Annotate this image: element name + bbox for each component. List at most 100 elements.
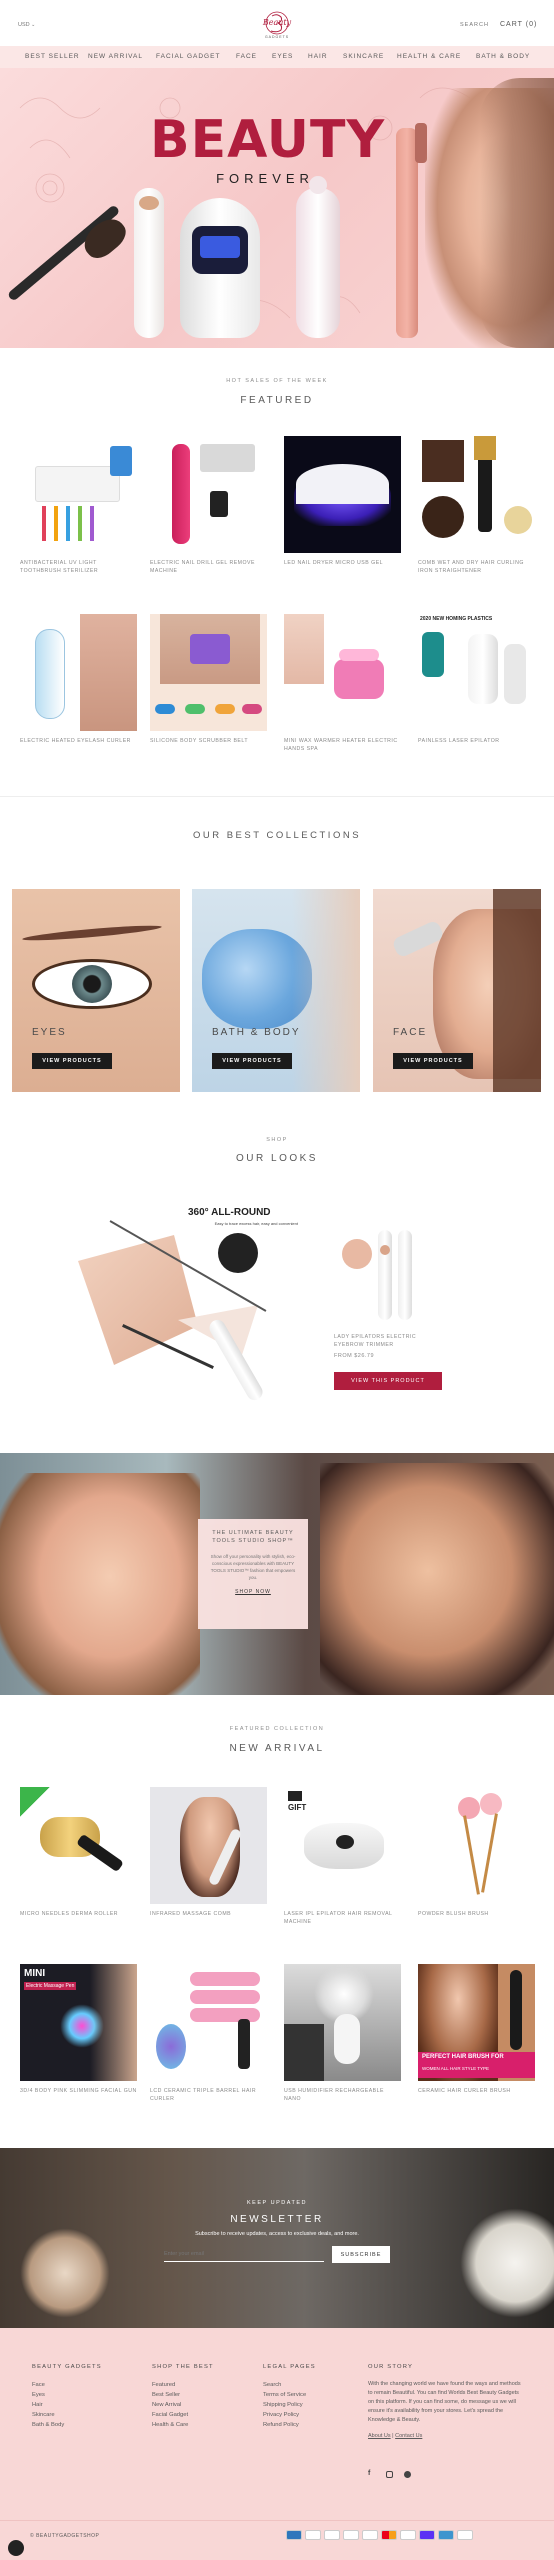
product-card[interactable]: USB HUMIDIFIER RECHARGEABLE NANO (284, 1964, 401, 2103)
shop-now-link[interactable]: SHOP NOW (206, 1589, 300, 1595)
footer-heading: LEGAL PAGES (263, 2364, 316, 2370)
payment-discover-icon (343, 2530, 359, 2540)
nav-item-face[interactable]: FACE (236, 53, 257, 60)
about-us-link[interactable]: About Us (368, 2433, 391, 2439)
product-title[interactable]: MINI WAX WARMER HEATER ELECTRIC HANDS SP… (284, 737, 401, 753)
footer-link[interactable]: Featured (152, 2380, 252, 2390)
nav-item-best-seller[interactable]: BEST SELLER (25, 53, 80, 60)
footer-link[interactable]: Face (32, 2380, 142, 2390)
product-card[interactable]: MICRO NEEDLES DERMA ROLLER (20, 1787, 137, 1918)
cart-link[interactable]: CART (0) (500, 21, 537, 28)
footer-link[interactable]: Search (263, 2380, 363, 2390)
nav-item-skincare[interactable]: SKINCARE (343, 53, 384, 60)
hero-title: BEAUTY (150, 110, 386, 170)
featured-pre-title: HOT SALES OF THE WEEK (226, 378, 328, 384)
footer-link[interactable]: Bath & Body (32, 2420, 142, 2430)
product-card[interactable]: COMB WET AND DRY HAIR CURLING IRON STRAI… (418, 436, 535, 575)
footer-link[interactable]: Skincare (32, 2410, 142, 2420)
nav-item-eyes[interactable]: EYES (272, 53, 293, 60)
product-title[interactable]: LCD CERAMIC TRIPLE BARREL HAIR CURLER (150, 2087, 267, 2103)
footer-heading: OUR STORY (368, 2364, 414, 2370)
product-title[interactable]: COMB WET AND DRY HAIR CURLING IRON STRAI… (418, 559, 535, 575)
product-title[interactable]: LASER IPL EPILATOR HAIR REMOVAL MACHINE (284, 1910, 401, 1926)
footer-link[interactable]: Shipping Policy (263, 2400, 363, 2410)
contact-us-link[interactable]: Contact Us (395, 2433, 422, 2439)
currency-selector[interactable]: USD ⌄ (18, 22, 35, 28)
footer-link[interactable]: Facial Gadget (152, 2410, 252, 2420)
product-card[interactable]: PERFECT HAIR BRUSH FOR WOMEN ALL HAIR ST… (418, 1964, 535, 2095)
newsletter-section: KEEP UPDATED NEWSLETTER Subscribe to rec… (0, 2148, 554, 2328)
search-link[interactable]: SEARCH (460, 22, 489, 28)
nav-item-new-arrival[interactable]: NEW ARRIVAL (88, 53, 143, 60)
footer-link[interactable]: Terms of Service (263, 2390, 363, 2400)
product-card[interactable]: GIFT LASER IPL EPILATOR HAIR REMOVAL MAC… (284, 1787, 401, 1926)
footer-link[interactable]: Eyes (32, 2390, 142, 2400)
product-image: 2020 NEW HOMING PLASTICS (418, 614, 535, 731)
product-card[interactable]: ELECTRIC HEATED EYELASH CURLER (20, 614, 137, 745)
product-image (20, 436, 137, 553)
looks-product-thumb[interactable] (334, 1225, 434, 1325)
product-card[interactable]: MINI Electric Massage Pen 3D/4 BODY PINK… (20, 1964, 137, 2095)
product-card[interactable]: INFRARED MASSAGE COMB (150, 1787, 267, 1918)
product-title[interactable]: CERAMIC HAIR CURLER BRUSH (418, 2087, 535, 2095)
product-card[interactable]: LED NAIL DRYER MICRO USB GEL (284, 436, 401, 567)
view-this-product-button[interactable]: VIEW THIS PRODUCT (334, 1372, 442, 1390)
footer-link[interactable]: Hair (32, 2400, 142, 2410)
shopify-chat-icon[interactable] (8, 2540, 24, 2556)
product-image: MINI Electric Massage Pen (20, 1964, 137, 2081)
footer-link[interactable]: Best Seller (152, 2390, 252, 2400)
product-title[interactable]: 3D/4 BODY PINK SLIMMING FACIAL GUN (20, 2087, 137, 2095)
product-title[interactable]: MICRO NEEDLES DERMA ROLLER (20, 1910, 137, 1918)
collections-title: OUR BEST COLLECTIONS (192, 830, 362, 841)
newsletter-pre-title: KEEP UPDATED (247, 2200, 307, 2206)
instagram-icon[interactable] (386, 2471, 393, 2478)
product-title[interactable]: PAINLESS LASER EPILATOR (418, 737, 535, 745)
looks-image[interactable]: 360° ALL-ROUND Easy to trace excess hair… (78, 1205, 298, 1415)
nav-item-bath-body[interactable]: BATH & BODY (476, 53, 530, 60)
new-arrival-pre-title: FEATURED COLLECTION (229, 1726, 325, 1732)
newsletter-decor-left-image (20, 2228, 110, 2318)
subscribe-button[interactable]: SUBSCRIBE (332, 2246, 390, 2263)
collection-label: EYES (32, 1027, 67, 1038)
view-products-button[interactable]: VIEW PRODUCTS (393, 1053, 473, 1069)
view-products-button[interactable]: VIEW PRODUCTS (212, 1053, 292, 1069)
gift-label: GIFT (288, 1803, 307, 1812)
product-title[interactable]: LED NAIL DRYER MICRO USB GEL (284, 559, 401, 567)
product-card[interactable]: ELECTRIC NAIL DRILL GEL REMOVE MACHINE (150, 436, 267, 575)
nav-item-hair[interactable]: HAIR (308, 53, 328, 60)
product-card[interactable]: ANTIBACTERIAL UV LIGHT TOOTHBRUSH STERIL… (20, 436, 137, 575)
makeup-brush-image (0, 204, 132, 343)
looks-image-heading: 360° ALL-ROUND (188, 1207, 271, 1218)
hero-model-hair-image (480, 78, 554, 348)
footer-link[interactable]: Privacy Policy (263, 2410, 363, 2420)
collection-card-bath-body[interactable]: BATH & BODY VIEW PRODUCTS (192, 889, 360, 1092)
product-title[interactable]: ANTIBACTERIAL UV LIGHT TOOTHBRUSH STERIL… (20, 559, 137, 575)
footer-link[interactable]: Refund Policy (263, 2420, 363, 2430)
view-products-button[interactable]: VIEW PRODUCTS (32, 1053, 112, 1069)
footer-link[interactable]: Health & Care (152, 2420, 252, 2430)
product-card[interactable]: SILICONE BODY SCRUBBER BELT (150, 614, 267, 745)
product-title[interactable]: USB HUMIDIFIER RECHARGEABLE NANO (284, 2087, 401, 2103)
facebook-icon[interactable]: f (368, 2470, 370, 2477)
logo[interactable]: Beauty GADGETS (252, 8, 302, 42)
nav-item-health-care[interactable]: HEALTH & CARE (397, 53, 461, 60)
product-card[interactable]: LCD CERAMIC TRIPLE BARREL HAIR CURLER (150, 1964, 267, 2103)
collection-card-face[interactable]: FACE VIEW PRODUCTS (373, 889, 541, 1092)
footer-link[interactable]: New Arrival (152, 2400, 252, 2410)
product-card[interactable]: MINI WAX WARMER HEATER ELECTRIC HANDS SP… (284, 614, 401, 753)
product-title[interactable]: POWDER BLUSH BRUSH (418, 1910, 535, 1918)
product-title[interactable]: ELECTRIC NAIL DRILL GEL REMOVE MACHINE (150, 559, 267, 575)
product-title[interactable]: INFRARED MASSAGE COMB (150, 1910, 267, 1918)
collection-card-eyes[interactable]: EYES VIEW PRODUCTS (12, 889, 180, 1092)
product-card[interactable]: 2020 NEW HOMING PLASTICS PAINLESS LASER … (418, 614, 535, 745)
product-title[interactable]: ELECTRIC HEATED EYELASH CURLER (20, 737, 137, 745)
hero-banner[interactable]: BEAUTY FOREVER (0, 68, 554, 348)
section-divider (0, 796, 554, 797)
looks-pre-title: SHOP (266, 1137, 288, 1143)
email-field[interactable] (164, 2246, 324, 2262)
product-title[interactable]: SILICONE BODY SCRUBBER BELT (150, 737, 267, 745)
nav-item-facial-gadget[interactable]: FACIAL GADGET (156, 53, 220, 60)
product-card[interactable]: POWDER BLUSH BRUSH (418, 1787, 535, 1918)
looks-product-title[interactable]: LADY EPILATORS ELECTRIC EYEBROW TRIMMER (334, 1333, 444, 1349)
pinterest-icon[interactable] (404, 2471, 411, 2478)
